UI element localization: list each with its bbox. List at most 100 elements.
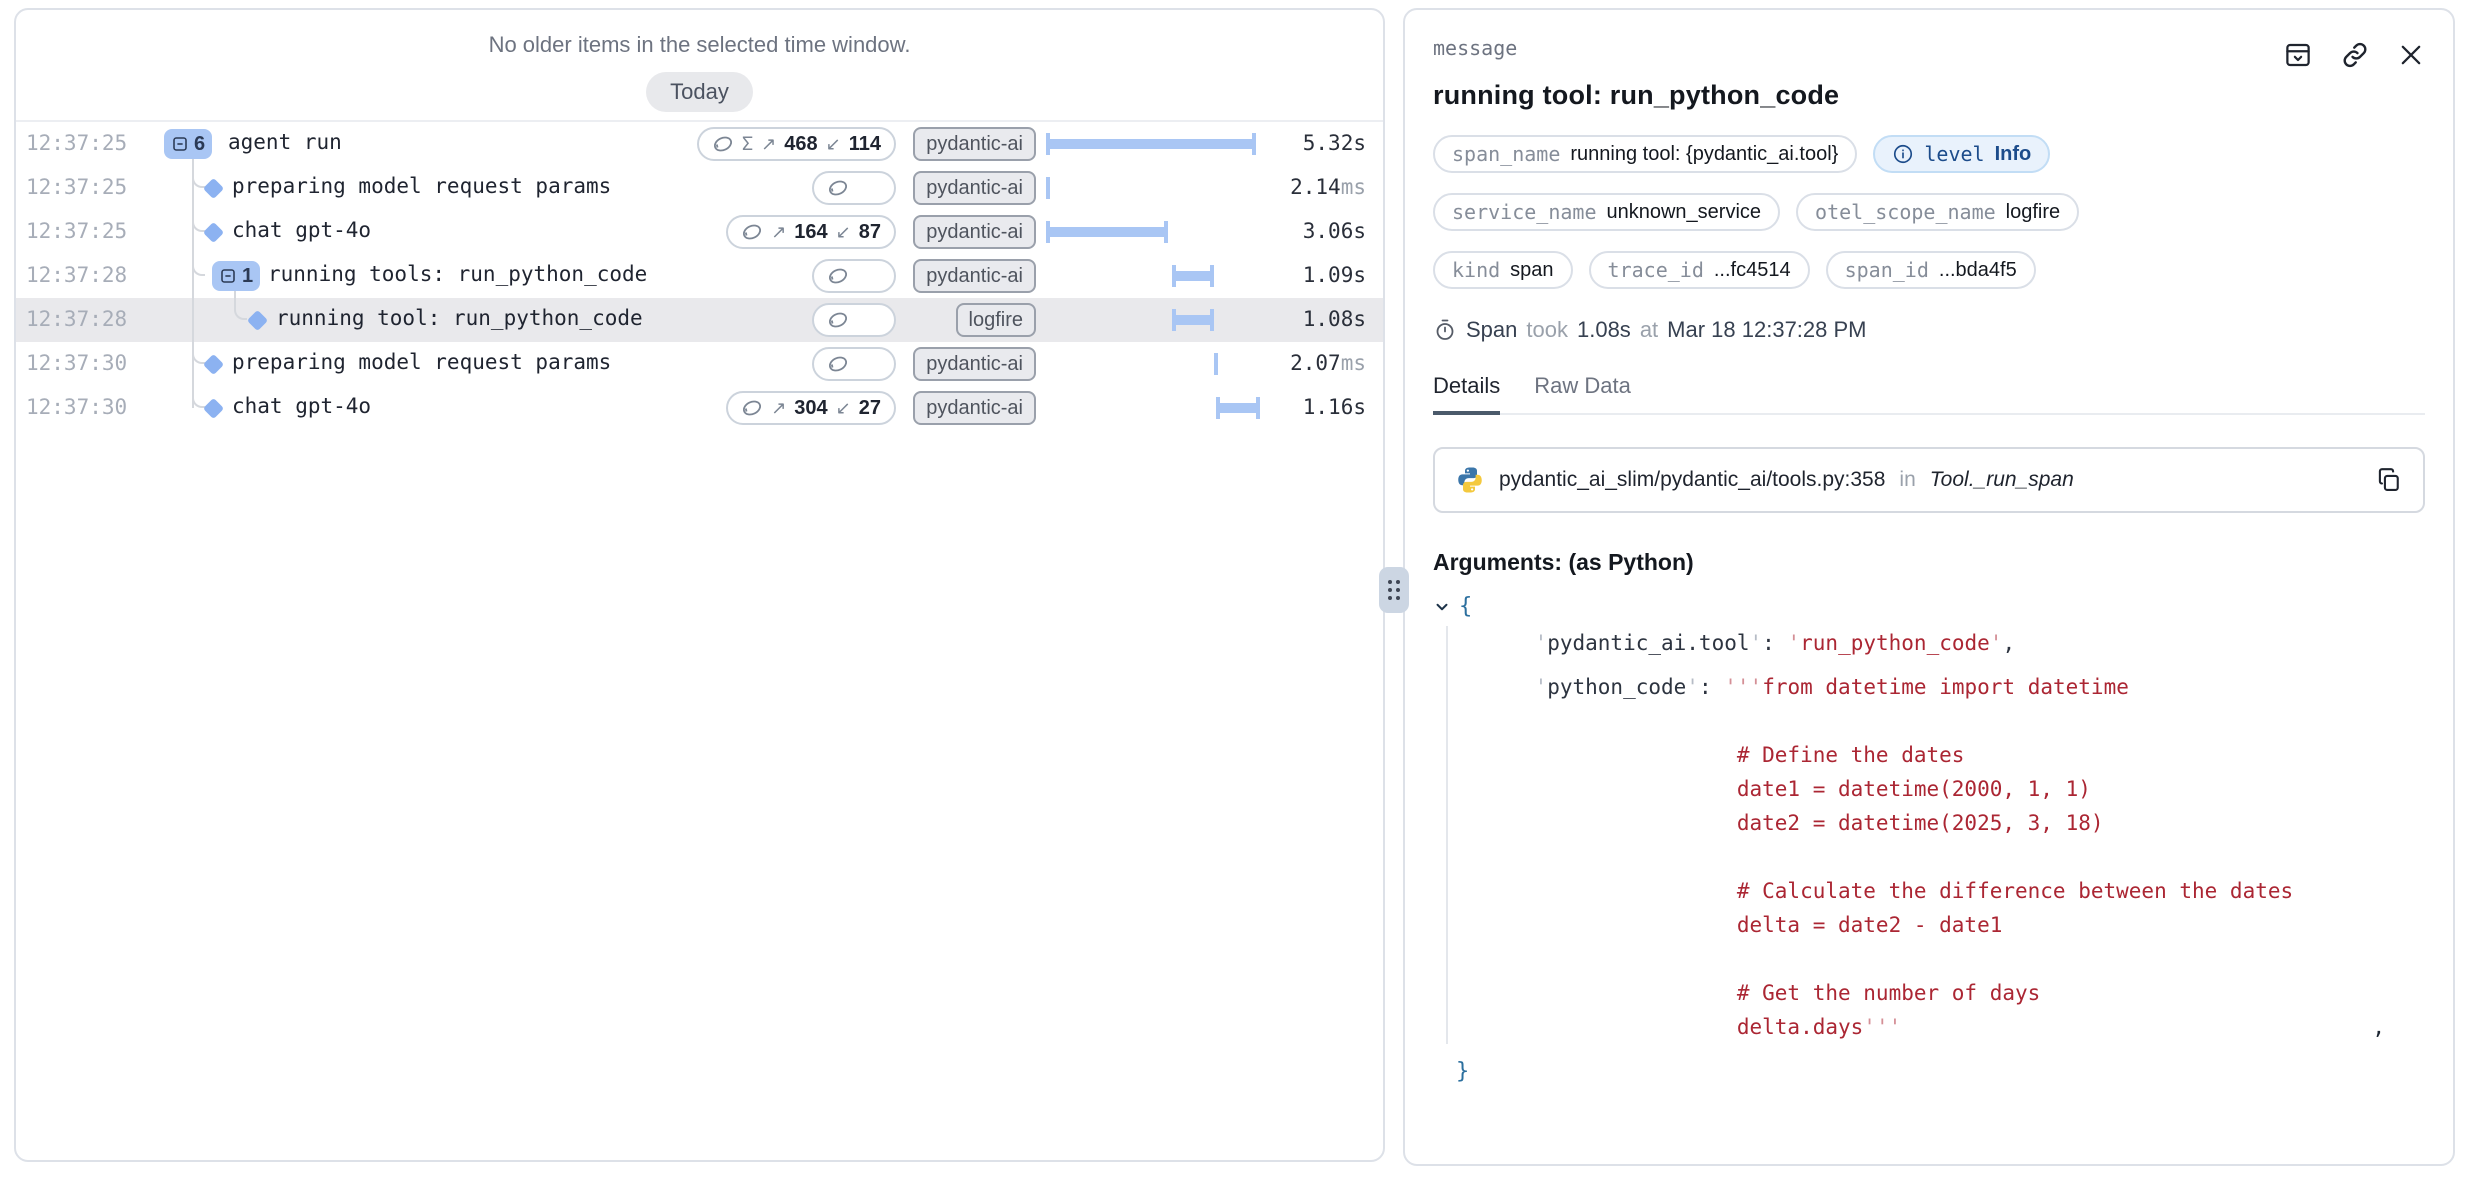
duration-bar [1172, 271, 1214, 281]
duration-bar-cap [1210, 265, 1214, 287]
archive-panel-icon[interactable] [2283, 40, 2313, 70]
collapse-minus-icon [219, 267, 237, 285]
child-count: 1 [242, 265, 253, 288]
today-chip[interactable]: Today [646, 72, 753, 112]
instrumentation-tag: logfire [956, 303, 1036, 337]
span-name: chat gpt-4o [232, 394, 371, 418]
output-tokens: 114 [849, 133, 881, 156]
output-tokens: 27 [859, 397, 881, 420]
trace-row[interactable]: 12:37:28 running tool: run_python_code l… [16, 298, 1383, 342]
span-detail-panel: message running tool: run_python_code sp… [1403, 8, 2455, 1166]
duration-bar-cap [1046, 221, 1050, 243]
span-diamond-icon [203, 398, 224, 419]
token-count-badge [812, 259, 896, 293]
timeline-track [1044, 166, 1264, 210]
token-coin-icon [712, 134, 734, 154]
copy-icon [2375, 466, 2403, 494]
duration-label: 1.08s [1303, 307, 1366, 331]
duration-bar [1046, 227, 1168, 237]
span-timing-line: Span took 1.08s at Mar 18 12:37:28 PM [1433, 317, 2425, 343]
code-entry-tool: 'pydantic_ai.tool': 'run_python_code', [1484, 626, 2425, 660]
duration-bar-cap [1046, 177, 1050, 199]
panel-resize-handle[interactable] [1379, 567, 1409, 613]
duration-label: 5.32s [1303, 131, 1366, 155]
duration-bar-cap [1172, 309, 1176, 331]
up-arrow-icon: ↗ [771, 222, 786, 243]
stopwatch-icon [1433, 318, 1457, 342]
trace-row[interactable]: 12:37:25 preparing model request params … [16, 166, 1383, 210]
source-location-box: pydantic_ai_slim/pydantic_ai/tools.py:35… [1433, 447, 2425, 513]
token-count-badge [812, 303, 896, 337]
collapse-chevron-icon[interactable] [1433, 598, 1451, 616]
token-count-badge: Σ ↗468 ↙114 [697, 127, 896, 161]
trace-rows: 12:37:25 agent run Σ ↗468 ↙114 pydantic-… [16, 122, 1383, 430]
duration-label: 1.16s [1303, 395, 1366, 419]
down-arrow-icon: ↙ [836, 222, 851, 243]
collapse-count-badge[interactable]: 6 [164, 129, 212, 159]
output-tokens: 87 [859, 221, 881, 244]
open-brace: { [1459, 590, 1472, 624]
span-name: chat gpt-4o [232, 218, 371, 242]
token-coin-icon [827, 310, 849, 330]
duration-bar-cap [1210, 309, 1214, 331]
timeline-track [1044, 386, 1264, 430]
tab-raw-data[interactable]: Raw Data [1534, 373, 1631, 413]
row-timestamp: 12:37:28 [26, 307, 127, 331]
duration-label: 2.07ms [1290, 351, 1366, 375]
span-diamond-icon [203, 178, 224, 199]
input-tokens: 468 [784, 133, 817, 156]
collapse-count-badge[interactable]: 1 [212, 261, 260, 291]
duration-bar-cap [1164, 221, 1168, 243]
close-icon[interactable] [2397, 41, 2425, 69]
trace-row[interactable]: 12:37:30 preparing model request params … [16, 342, 1383, 386]
trace-row[interactable]: 12:37:30 chat gpt-4o ↗304 ↙27 pydantic-a… [16, 386, 1383, 430]
trace-row[interactable]: 12:37:28 running tools: run_python_code … [16, 254, 1383, 298]
code-body: 'pydantic_ai.tool': 'run_python_code', '… [1446, 626, 2425, 1044]
span-name: preparing model request params [232, 174, 611, 198]
detail-tabs: Details Raw Data [1433, 373, 2425, 415]
duration-bar [1216, 403, 1260, 413]
instrumentation-tag: pydantic-ai [913, 347, 1036, 381]
span-diamond-icon [203, 222, 224, 243]
token-coin-icon [827, 354, 849, 374]
python-icon [1455, 465, 1485, 495]
timeline-track [1044, 298, 1264, 342]
trailing-comma: , [2372, 1010, 2385, 1044]
tree-elbow-connector [192, 342, 205, 364]
token-count-badge: ↗ 164 ↙ 87 [726, 215, 896, 249]
kind-pill: kind span [1433, 251, 1573, 289]
input-tokens: 164 [794, 221, 827, 244]
trace-row[interactable]: 12:37:25 chat gpt-4o ↗164 ↙87 pydantic-a… [16, 210, 1383, 254]
copy-link-icon[interactable] [2340, 40, 2370, 70]
instrumentation-tag: pydantic-ai [913, 215, 1036, 249]
tab-details[interactable]: Details [1433, 373, 1500, 415]
otel-scope-pill: otel_scope_name logfire [1796, 193, 2079, 231]
copy-path-button[interactable] [2375, 466, 2403, 494]
token-coin-icon [827, 178, 849, 198]
token-coin-icon [741, 222, 763, 242]
span-id-pill: span_id ...bda4f5 [1826, 251, 2036, 289]
row-timestamp: 12:37:30 [26, 351, 127, 375]
token-coin-icon [741, 398, 763, 418]
row-timestamp: 12:37:25 [26, 131, 127, 155]
duration-label: 1.09s [1303, 263, 1366, 287]
sum-symbol: Σ [742, 133, 753, 155]
span-diamond-icon [247, 310, 268, 331]
child-count: 6 [194, 133, 205, 156]
info-icon [1892, 143, 1914, 165]
instrumentation-tag: pydantic-ai [913, 391, 1036, 425]
span-diamond-icon [203, 354, 224, 375]
trace-row[interactable]: 12:37:25 agent run Σ ↗468 ↙114 pydantic-… [16, 122, 1383, 166]
tree-connector-line [192, 298, 194, 342]
trace-list-panel: No older items in the selected time wind… [14, 8, 1385, 1162]
attribute-pills: span_name running tool: {pydantic_ai.too… [1433, 135, 2425, 289]
duration-label: 3.06s [1303, 219, 1366, 243]
message-kicker: message [1433, 36, 1517, 60]
tree-elbow-connector [234, 298, 247, 320]
row-timestamp: 12:37:25 [26, 175, 127, 199]
duration-bar [1172, 315, 1214, 325]
timeline-track [1044, 122, 1264, 166]
token-count-badge [812, 347, 896, 381]
tree-connector-line [234, 291, 236, 298]
source-path[interactable]: pydantic_ai_slim/pydantic_ai/tools.py:35… [1499, 468, 1885, 492]
